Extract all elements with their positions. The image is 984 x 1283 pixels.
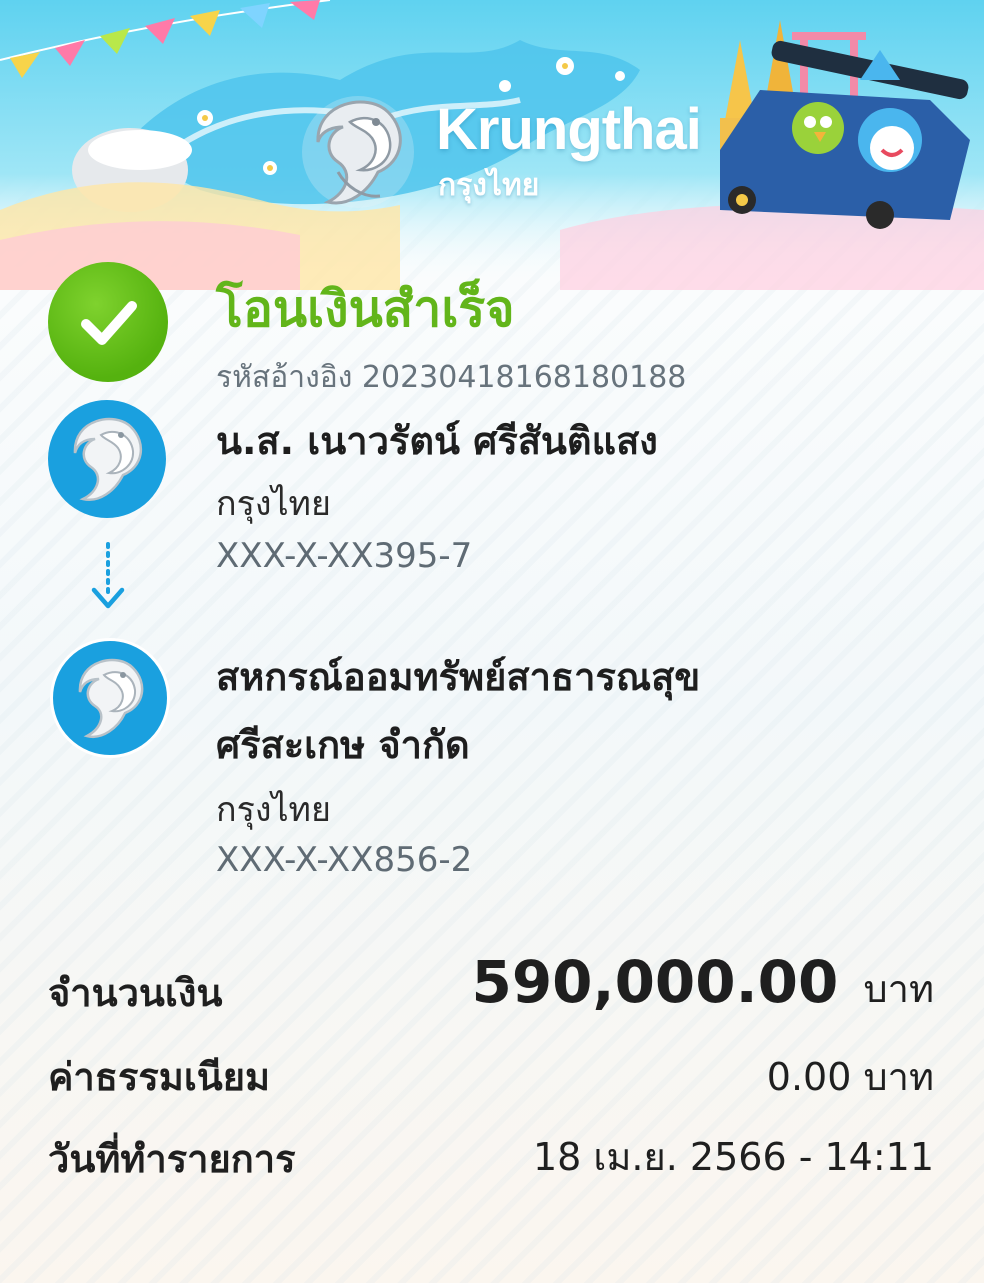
sender-bank-logo-icon — [48, 400, 166, 518]
krungthai-logo — [302, 96, 414, 208]
success-check-icon — [48, 262, 168, 382]
amount-unit: บาท — [863, 967, 934, 1011]
amount-label: จำนวนเงิน — [48, 971, 223, 1015]
receiver-bank-name: กรุงไทย — [216, 790, 331, 830]
fee-value: 0.00 บาท — [766, 1055, 934, 1099]
receiver-bank-logo-icon — [50, 638, 170, 758]
arrow-down-icon — [91, 542, 125, 609]
receiver-name-line1: สหกรณ์ออมทรัพย์สาธารณสุข — [216, 655, 701, 699]
sender-name: น.ส. เนาวรัตน์ ศรีสันติแสง — [216, 419, 658, 463]
sender-account-number: XXX-X-XX395-7 — [216, 536, 473, 576]
receiver-account-number: XXX-X-XX856-2 — [216, 840, 473, 880]
receiver-name-line2: ศรีสะเกษ จำกัด — [216, 723, 470, 767]
reference-number: รหัสอ้างอิง 20230418168180188 — [216, 360, 687, 395]
header-banner: Krungthai กรุงไทย — [0, 0, 984, 290]
amount-row-value: 590,000.00 บาท — [471, 948, 934, 1019]
sender-bank-name: กรุงไทย — [216, 484, 331, 524]
transaction-date-label: วันที่ทำรายการ — [48, 1137, 296, 1181]
amount-value: 590,000.00 — [471, 948, 839, 1016]
brand-name-th: กรุงไทย — [438, 168, 540, 203]
transaction-date-value: 18 เม.ย. 2566 - 14:11 — [532, 1135, 934, 1179]
brand-name-en: Krungthai — [436, 97, 702, 162]
transfer-success-title: โอนเงินสำเร็จ — [216, 280, 515, 338]
fee-label: ค่าธรรมเนียม — [48, 1055, 271, 1099]
